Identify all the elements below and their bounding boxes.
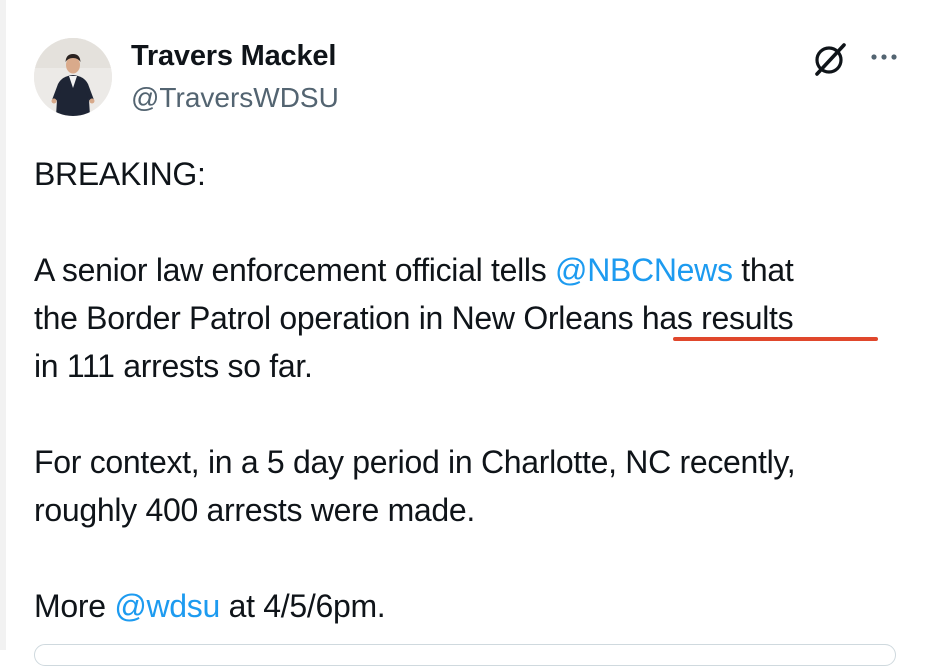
- tweet-line: A senior law enforcement official tells …: [34, 252, 794, 288]
- tweet-line: BREAKING:: [34, 156, 206, 192]
- author-handle[interactable]: @TraversWDSU: [131, 82, 339, 114]
- annotation-underline: [673, 337, 878, 341]
- tweet-line: For context, in a 5 day period in Charlo…: [34, 444, 796, 480]
- mention-link-wdsu[interactable]: @wdsu: [114, 588, 220, 624]
- left-edge-divider: [0, 0, 6, 650]
- tweet-line: in 111 arrests so far.: [34, 348, 313, 384]
- grok-icon[interactable]: [811, 40, 849, 78]
- avatar[interactable]: [34, 38, 112, 116]
- tweet-line: More @wdsu at 4/5/6pm.: [34, 588, 386, 624]
- tweet-line: roughly 400 arrests were made.: [34, 492, 476, 528]
- avatar-image: [34, 38, 112, 116]
- mention-link-nbcnews[interactable]: @NBCNews: [555, 252, 733, 288]
- tweet-line: the Border Patrol operation in New Orlea…: [34, 300, 794, 336]
- tweet-text: BREAKING: A senior law enforcement offic…: [34, 150, 914, 630]
- embedded-card-top-edge: [34, 644, 896, 666]
- author-display-name[interactable]: Travers Mackel: [131, 40, 336, 73]
- more-icon[interactable]: [866, 43, 902, 71]
- tweet: Travers Mackel @TraversWDSU BREAKING: A …: [0, 0, 930, 666]
